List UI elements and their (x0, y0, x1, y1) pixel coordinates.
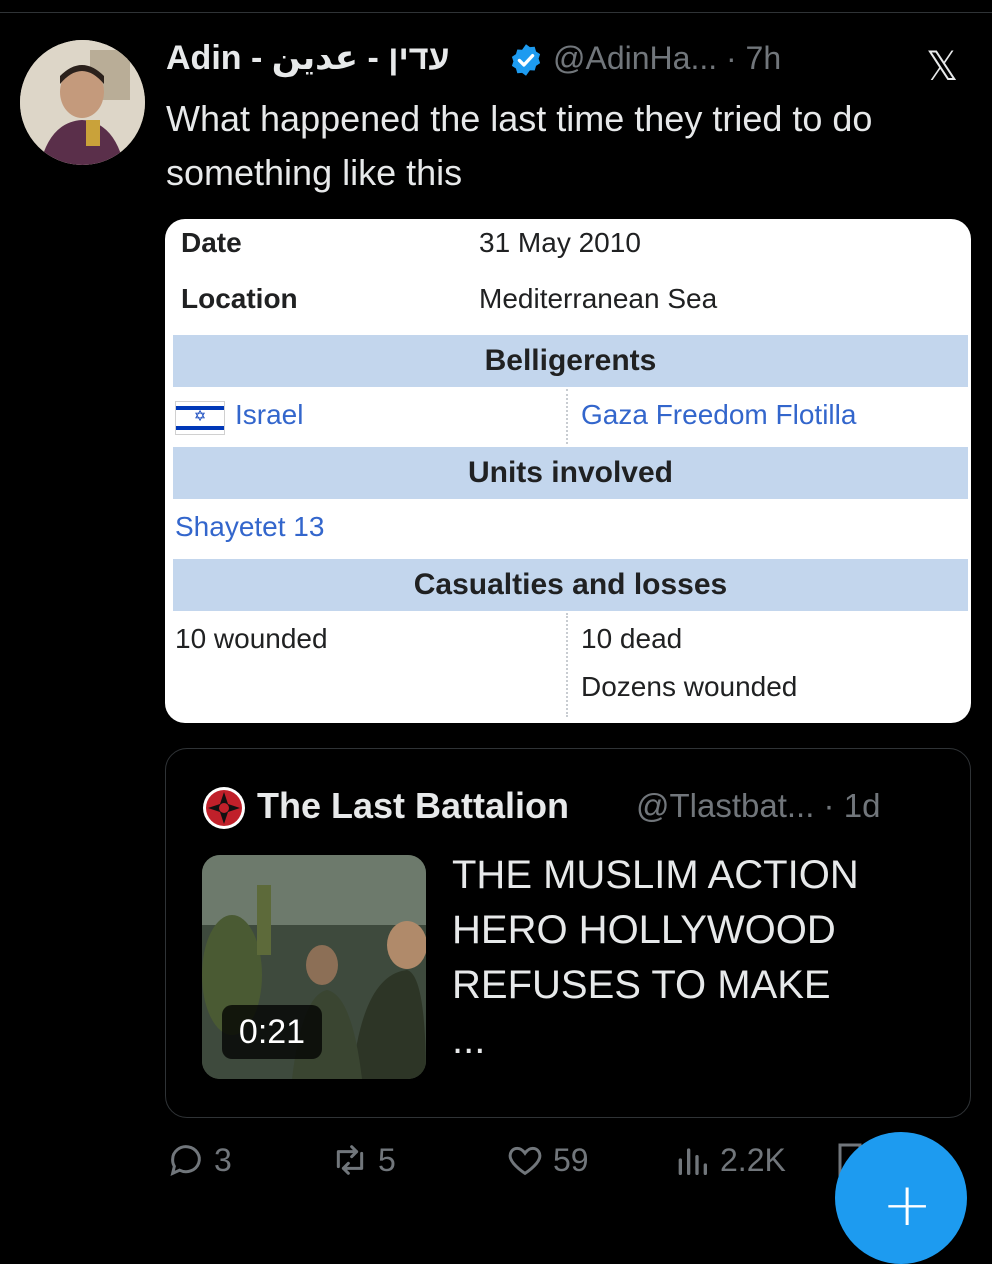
author-handle-time[interactable]: @AdinHa... · 7h (553, 40, 781, 77)
repost-count: 5 (378, 1141, 396, 1178)
casualties-flotilla-wounded: Dozens wounded (581, 671, 798, 702)
casualties-flotilla-dead: 10 dead (581, 623, 683, 654)
views-count: 2.2K (720, 1141, 786, 1178)
avatar[interactable] (20, 40, 145, 165)
date-label: Date (181, 227, 242, 258)
verified-badge-icon (511, 44, 541, 76)
belligerent-flotilla: Gaza Freedom Flotilla (581, 399, 857, 430)
quote-handle-time[interactable]: @Tlastbat... · 1d (636, 787, 880, 825)
column-divider (566, 389, 568, 444)
quote-author-name[interactable]: The Last Battalion (257, 785, 569, 827)
israel-flag-icon: ✡ (175, 401, 225, 435)
reply-count: 3 (214, 1141, 232, 1178)
casualties-israel: 10 wounded (175, 623, 328, 654)
x-logo-icon: 𝕏 (926, 44, 959, 90)
avatar-photo (20, 40, 145, 165)
belligerents-header: Belligerents (173, 335, 968, 387)
repost-icon (336, 1145, 364, 1175)
location-value: Mediterranean Sea (479, 283, 718, 314)
reply-button[interactable]: 3 (166, 1140, 232, 1180)
quote-avatar-icon (203, 787, 245, 829)
top-divider (0, 12, 992, 13)
unit-shayetet: Shayetet 13 (175, 511, 325, 542)
units-header: Units involved (173, 447, 968, 499)
author-name[interactable]: Adin - עדין - عدين (166, 38, 450, 78)
views-icon (678, 1148, 707, 1175)
plus-icon: + (882, 1170, 933, 1240)
quote-text-ellipsis: ... (452, 1018, 486, 1062)
quote-text-line: HERO HOLLYWOOD (452, 908, 836, 952)
like-count: 59 (553, 1141, 589, 1178)
repost-button[interactable]: 5 (330, 1140, 396, 1180)
date-value: 31 May 2010 (479, 227, 641, 258)
location-label: Location (181, 283, 298, 314)
like-icon (508, 1146, 542, 1176)
belligerent-israel: Israel (235, 399, 304, 430)
views-button[interactable]: 2.2K (672, 1140, 786, 1180)
like-button[interactable]: 59 (505, 1140, 589, 1180)
column-divider (566, 613, 568, 717)
tweet-text: What happened the last time they tried t… (166, 98, 873, 193)
quote-text-line: THE MUSLIM ACTION (452, 853, 859, 897)
quote-text: THE MUSLIM ACTION HERO HOLLYWOOD REFUSES… (452, 848, 952, 1068)
quote-text-line: REFUSES TO MAKE (452, 963, 831, 1007)
casualties-header: Casualties and losses (173, 559, 968, 611)
reply-icon (170, 1145, 201, 1176)
video-duration: 0:21 (222, 1005, 322, 1059)
infobox-image[interactable]: Date 31 May 2010 Location Mediterranean … (165, 219, 971, 723)
